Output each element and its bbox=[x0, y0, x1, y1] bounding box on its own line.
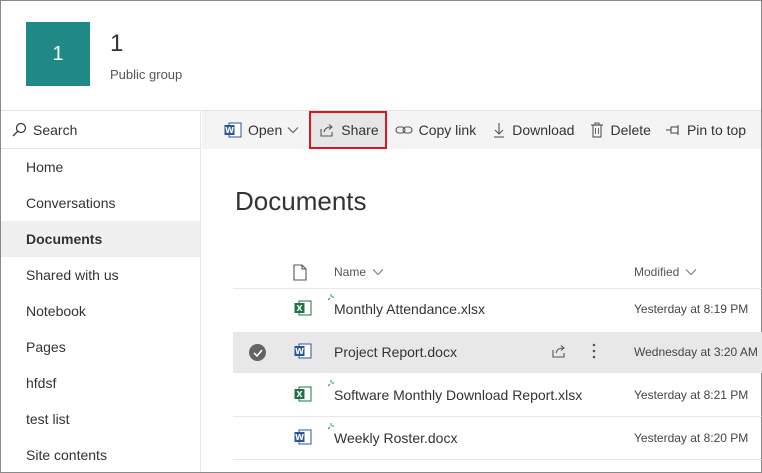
delete-button[interactable]: Delete bbox=[584, 113, 656, 147]
nav-item-shared-with-us[interactable]: Shared with us bbox=[1, 257, 200, 293]
copy-link-button[interactable]: Copy link bbox=[389, 113, 483, 147]
name-column-header[interactable]: Name bbox=[334, 259, 384, 285]
more-options-icon[interactable] bbox=[591, 342, 597, 360]
command-bar: W Open Share Copy link Download Delete P… bbox=[202, 110, 761, 149]
file-name-link[interactable]: Weekly Roster.docx bbox=[334, 430, 457, 446]
excel-icon: X bbox=[294, 300, 312, 316]
word-icon: W bbox=[224, 122, 242, 138]
new-item-icon bbox=[327, 423, 334, 430]
new-item-icon bbox=[327, 380, 334, 387]
modified-column-label: Modified bbox=[634, 265, 680, 279]
row-divider bbox=[233, 416, 762, 417]
nav-item-test-list[interactable]: test list bbox=[1, 401, 200, 437]
file-name-link[interactable]: Monthly Attendance.xlsx bbox=[334, 301, 485, 317]
link-icon bbox=[395, 126, 413, 134]
modified-column-header[interactable]: Modified bbox=[634, 259, 697, 285]
file-type-column-header[interactable] bbox=[293, 259, 307, 285]
pin-to-top-label: Pin to top bbox=[686, 122, 747, 138]
svg-text:W: W bbox=[295, 347, 304, 356]
file-row[interactable]: W Weekly Roster.docx Yesterday at 8:20 P… bbox=[233, 418, 762, 459]
file-modified: Yesterday at 8:19 PM bbox=[634, 302, 749, 316]
library-title: Documents bbox=[235, 186, 367, 216]
search-icon bbox=[12, 122, 27, 136]
download-button[interactable]: Download bbox=[486, 113, 580, 147]
file-name-link[interactable]: Software Monthly Download Report.xlsx bbox=[334, 387, 582, 403]
group-title[interactable]: 1 bbox=[110, 30, 123, 58]
file-row[interactable]: X Monthly Attendance.xlsx Yesterday at 8… bbox=[233, 289, 762, 330]
group-logo-tile[interactable]: 1 bbox=[26, 22, 90, 86]
file-modified: Yesterday at 8:21 PM bbox=[634, 388, 749, 402]
chevron-down-icon bbox=[685, 269, 697, 276]
download-label: Download bbox=[512, 122, 575, 138]
file-modified: Wednesday at 3:20 AM bbox=[634, 345, 758, 359]
svg-text:X: X bbox=[296, 304, 303, 313]
svg-text:W: W bbox=[225, 126, 234, 135]
word-icon: W bbox=[294, 343, 312, 359]
svg-text:X: X bbox=[296, 390, 303, 399]
nav-item-home[interactable]: Home bbox=[1, 149, 200, 185]
document-icon bbox=[293, 263, 307, 281]
download-icon bbox=[494, 123, 505, 138]
search-box[interactable]: Search bbox=[1, 110, 200, 149]
svg-text:W: W bbox=[295, 433, 304, 442]
word-icon: W bbox=[294, 429, 312, 445]
file-name-link[interactable]: Project Report.docx bbox=[334, 344, 457, 360]
chevron-down-icon bbox=[287, 127, 299, 134]
file-modified: Yesterday at 8:20 PM bbox=[634, 431, 749, 445]
share-button[interactable]: Share bbox=[309, 111, 387, 149]
nav-item-conversations[interactable]: Conversations bbox=[1, 185, 200, 221]
nav-item-notebook[interactable]: Notebook bbox=[1, 293, 200, 329]
nav-item-site-contents[interactable]: Site contents bbox=[1, 437, 200, 473]
left-navigation: Search Home Conversations Documents Shar… bbox=[1, 110, 201, 472]
row-checkmark-icon[interactable] bbox=[249, 344, 266, 361]
new-item-icon bbox=[327, 294, 334, 301]
copy-link-label: Copy link bbox=[418, 122, 477, 138]
file-row[interactable]: X Software Monthly Download Report.xlsx … bbox=[233, 375, 762, 416]
open-button[interactable]: W Open bbox=[218, 113, 305, 147]
nav-item-hfdsf[interactable]: hfdsf bbox=[1, 365, 200, 401]
group-type-label: Public group bbox=[110, 67, 183, 82]
delete-label: Delete bbox=[610, 122, 651, 138]
share-icon[interactable] bbox=[551, 344, 567, 358]
file-row-selected[interactable]: W Project Report.docx Wednesday at 3:20 … bbox=[233, 332, 762, 373]
share-label: Share bbox=[341, 122, 379, 138]
nav-item-pages[interactable]: Pages bbox=[1, 329, 200, 365]
row-divider bbox=[233, 459, 762, 460]
trash-icon bbox=[591, 122, 604, 138]
nav-item-documents[interactable]: Documents bbox=[1, 221, 200, 257]
open-label: Open bbox=[248, 122, 283, 138]
group-logo-text: 1 bbox=[52, 42, 64, 65]
share-icon bbox=[320, 124, 334, 137]
excel-icon: X bbox=[294, 386, 312, 402]
search-label: Search bbox=[33, 121, 78, 138]
pin-to-top-button[interactable]: Pin to top bbox=[659, 113, 752, 147]
name-column-label: Name bbox=[334, 265, 367, 279]
pin-icon bbox=[665, 125, 679, 135]
chevron-down-icon bbox=[372, 269, 384, 276]
